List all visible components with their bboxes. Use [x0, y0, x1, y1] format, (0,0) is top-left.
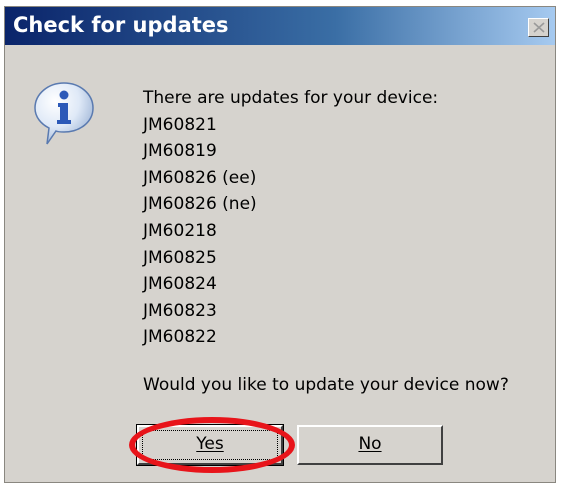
update-item: JM60824	[143, 274, 217, 295]
update-item: JM60823	[143, 300, 217, 321]
message-intro: There are updates for your device:	[143, 88, 439, 108]
update-message: There are updates for your device: JM608…	[143, 85, 438, 351]
update-item: JM60822	[143, 327, 217, 348]
update-item: JM60819	[143, 141, 217, 162]
update-item: JM60218	[143, 220, 217, 241]
yes-button[interactable]: Yes	[136, 424, 284, 466]
close-icon	[533, 22, 545, 33]
update-question: Would you like to update your device now…	[143, 375, 509, 395]
information-icon	[34, 82, 94, 145]
close-button[interactable]	[528, 18, 549, 37]
update-item: JM60826 (ne)	[143, 194, 257, 215]
no-button[interactable]: No	[297, 425, 443, 465]
update-item: JM60825	[143, 247, 217, 268]
title-bar[interactable]: Check for updates	[5, 7, 555, 45]
update-item: JM60826 (ee)	[143, 167, 257, 188]
yes-button-label: Yes	[196, 434, 224, 454]
check-for-updates-dialog: Check for updates There are updates for …	[4, 6, 556, 483]
update-item: JM60821	[143, 114, 217, 135]
no-button-label: No	[358, 434, 382, 454]
dialog-title: Check for updates	[13, 13, 229, 37]
